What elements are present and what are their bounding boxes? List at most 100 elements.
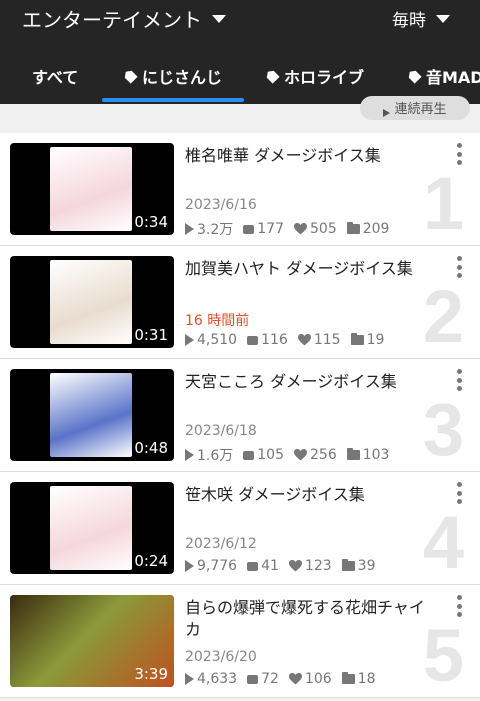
more-options-icon[interactable] [456,143,462,165]
comments-stat: 105 [243,447,284,463]
video-title[interactable]: 笹木咲 ダメージボイス集 [185,484,435,506]
thumbnail-image [50,373,132,457]
duration-label: 3:39 [134,665,168,683]
rank-number: 5 [422,614,464,697]
folder-icon [346,222,360,234]
folder-icon [346,448,360,460]
video-stats: 3.2万 177 505 209 [185,219,399,239]
views-stat: 4,510 [185,332,237,348]
heart-icon [288,560,302,572]
category-label: エンターテイメント [22,8,202,32]
views-count: 4,633 [197,671,238,687]
mylists-count: 103 [362,447,390,463]
video-stats: 9,776 41 123 39 [185,558,385,574]
tab-label: すべて [32,68,79,87]
ranking-item[interactable]: 3:39 自らの爆弾で爆死する花畑チャイカ 2023/6/20 4,633 72… [0,585,480,698]
more-options-icon[interactable] [456,256,462,278]
heart-icon [294,223,307,235]
period-label: 毎時 [392,11,426,31]
comment-icon [247,561,259,571]
comment-icon [247,674,259,684]
tab-label: にじさんじ [142,68,223,87]
duration-label: 0:48 [134,439,168,457]
video-thumbnail[interactable]: 0:31 [10,256,174,348]
upload-date: 2023/6/18 [185,423,257,439]
upload-date: 2023/6/20 [185,649,257,665]
play-icon [185,673,194,685]
period-selector[interactable]: 毎時 [392,6,450,31]
heart-icon [294,449,307,461]
comment-icon [247,335,259,345]
more-options-icon[interactable] [456,369,462,391]
comment-icon [243,224,255,234]
likes-count: 115 [313,332,341,348]
video-thumbnail[interactable]: 3:39 [10,595,174,687]
active-tab-indicator [102,98,244,102]
play-icon [383,109,391,117]
rank-number: 1 [422,162,464,245]
likes-stat: 115 [297,332,341,348]
play-icon [185,223,194,235]
tab-otomad[interactable]: 音MAD [408,64,480,88]
views-count: 3.2万 [197,222,234,238]
video-stats: 1.6万 105 256 103 [185,445,399,465]
mylists-stat: 209 [346,221,389,237]
folder-icon [341,559,355,571]
likes-stat: 256 [294,447,337,463]
top-bar: エンターテイメント 毎時 すべて にじさんじ ホロライブ 音MAD [0,0,480,104]
ranking-item[interactable]: 0:24 笹木咲 ダメージボイス集 2023/6/12 9,776 41 123… [0,472,480,585]
likes-count: 123 [304,558,332,574]
category-selector[interactable]: エンターテイメント [22,4,226,33]
video-thumbnail[interactable]: 0:24 [10,482,174,574]
tab-label: 音MAD [426,68,480,87]
comments-stat: 41 [247,558,279,574]
tab-label: ホロライブ [284,68,365,87]
tab-all[interactable]: すべて [32,64,78,88]
play-icon [185,334,194,346]
continuous-play-button[interactable]: 連続再生 [360,96,470,120]
thumbnail-image [50,486,132,570]
mylists-count: 18 [357,671,376,687]
video-stats: 4,510 116 115 19 [185,332,394,348]
thumbnail-image [50,147,132,231]
ranking-item[interactable]: 0:31 加賀美ハヤト ダメージボイス集 16 時間前 4,510 116 11… [0,246,480,359]
views-stat: 9,776 [185,558,237,574]
duration-label: 0:24 [134,552,168,570]
video-title[interactable]: 加賀美ハヤト ダメージボイス集 [185,258,435,280]
chevron-down-icon [436,14,450,23]
views-count: 9,776 [197,558,238,574]
duration-label: 0:34 [134,213,168,231]
video-title[interactable]: 自らの爆弾で爆死する花畑チャイカ [185,597,435,641]
comments-stat: 116 [247,332,288,348]
mylists-stat: 39 [341,558,376,574]
video-stats: 4,633 72 106 18 [185,671,385,687]
views-count: 1.6万 [197,448,234,464]
video-thumbnail[interactable]: 0:34 [10,143,174,235]
more-options-icon[interactable] [456,595,462,617]
continuous-play-label: 連続再生 [394,102,447,117]
tab-nijisanji[interactable]: にじさんじ [124,64,222,88]
ranking-item[interactable]: 0:34 椎名唯華 ダメージボイス集 2023/6/16 3.2万 177 50… [0,133,480,246]
folder-icon [350,333,364,345]
likes-count: 505 [310,221,337,237]
video-title[interactable]: 椎名唯華 ダメージボイス集 [185,145,435,167]
mylists-stat: 19 [350,332,384,348]
upload-date: 16 時間前 [185,313,250,329]
tab-hololive[interactable]: ホロライブ [266,64,364,88]
comments-stat: 72 [247,671,279,687]
ranking-item[interactable]: 0:48 天宮こころ ダメージボイス集 2023/6/18 1.6万 105 2… [0,359,480,472]
tag-icon [406,68,422,84]
ranking-list: 0:34 椎名唯華 ダメージボイス集 2023/6/16 3.2万 177 50… [0,133,480,698]
mylists-count: 39 [357,558,376,574]
likes-count: 106 [304,671,332,687]
play-icon [185,560,194,572]
upload-date: 2023/6/16 [185,197,257,213]
comments-count: 72 [261,671,279,687]
more-options-icon[interactable] [456,482,462,504]
video-title[interactable]: 天宮こころ ダメージボイス集 [185,371,435,393]
tag-icon [122,68,138,84]
views-stat: 4,633 [185,671,237,687]
comments-count: 116 [261,332,288,348]
video-thumbnail[interactable]: 0:48 [10,369,174,461]
likes-stat: 505 [294,221,337,237]
